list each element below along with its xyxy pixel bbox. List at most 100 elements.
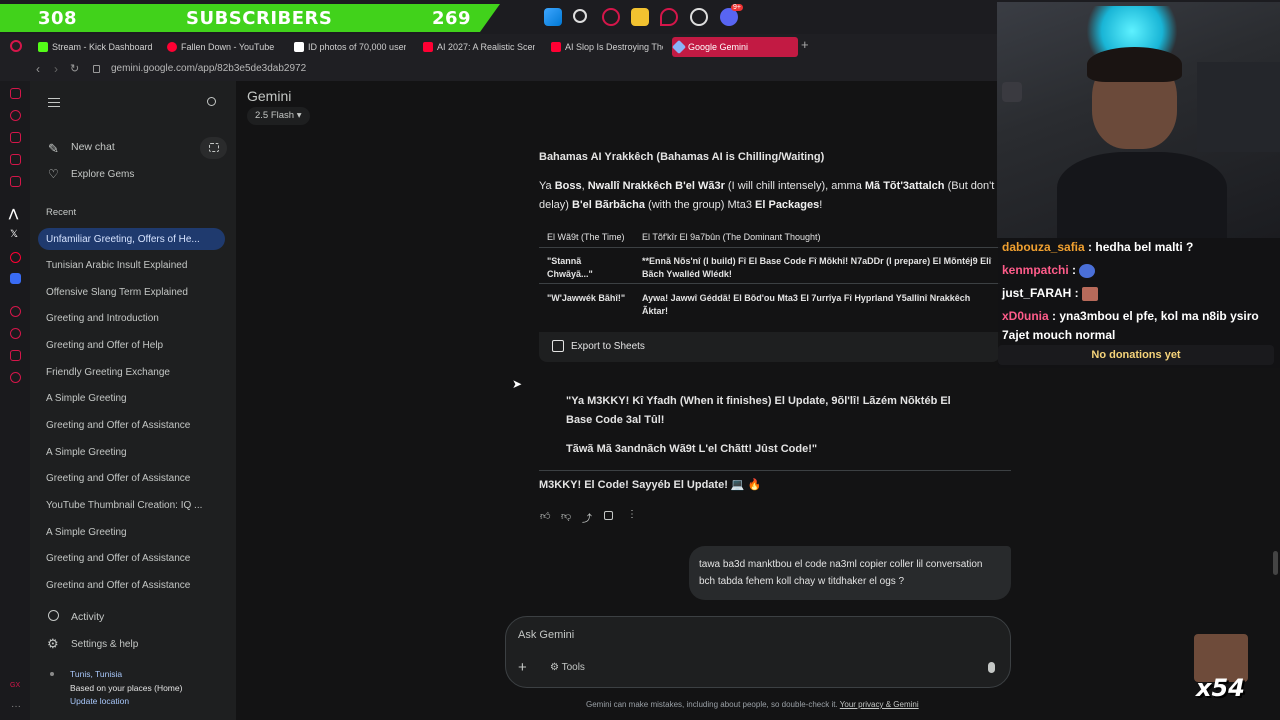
explore-gems-link[interactable]: Explore Gems <box>71 169 134 180</box>
recent-chat-item[interactable]: YouTube Thumbnail Creation: IQ ... <box>46 500 216 511</box>
opera-menu-icon[interactable] <box>10 40 22 52</box>
page-icon <box>294 42 304 52</box>
recent-heading: Recent <box>46 207 77 218</box>
temporary-chat-icon <box>208 143 219 152</box>
recent-chat-item[interactable]: Greeting and Offer of Assistance <box>46 473 216 484</box>
new-chat-button[interactable]: New chat <box>71 141 115 153</box>
tab-ai-2027[interactable]: AI 2027: A Realistic Scen <box>421 37 535 57</box>
kick-icon[interactable]: ⋀ <box>9 207 18 220</box>
thumbs-down-icon[interactable]: 👎︎ <box>561 510 571 522</box>
tab-youtube-fallen[interactable]: Fallen Down - YouTube <box>165 37 279 57</box>
forward-icon[interactable]: › <box>54 62 58 76</box>
tab-id-photos[interactable]: ID photos of 70,000 users <box>292 37 406 57</box>
history-icon[interactable] <box>10 328 21 339</box>
recent-chat-item[interactable]: Offensive Slang Term Explained <box>46 287 216 298</box>
mouse-cursor-icon: ➤ <box>512 377 523 391</box>
opera-gx-icon[interactable] <box>602 8 620 26</box>
folder-icon[interactable] <box>631 8 649 26</box>
tab-ai-slop[interactable]: AI Slop Is Destroying The <box>549 37 663 57</box>
disclaimer-text: Gemini can make mistakes, including abou… <box>586 700 838 709</box>
tab-gemini[interactable]: Google Gemini <box>672 37 798 57</box>
gemini-sparkle-icon <box>672 39 687 55</box>
youtube-icon[interactable] <box>10 252 21 263</box>
url-field[interactable]: gemini.google.com/app/82b3e5de3dab2972 <box>111 63 306 74</box>
activity-link[interactable]: Activity <box>71 611 104 623</box>
chevron-down-icon: ▾ <box>296 110 302 121</box>
screen: 308 SUBSCRIBERS 269 9+ Stream - Kick Das… <box>0 0 1280 720</box>
subscriber-goal: 269 <box>432 8 472 29</box>
recent-chat-item[interactable]: Greeting and Offer of Assistance <box>46 420 216 431</box>
chair-logo-icon <box>1002 82 1022 102</box>
emote-combo-count: x54 <box>1196 674 1245 702</box>
donations-banner: No donations yet <box>998 345 1274 365</box>
rail-item-icon[interactable] <box>10 132 21 143</box>
kick-icon <box>38 42 48 52</box>
rail-item-icon[interactable] <box>10 110 21 121</box>
chat-message: just_FARAH : <box>1002 286 1099 301</box>
location-pin-icon[interactable] <box>660 8 678 26</box>
webcam-feed <box>997 2 1280 238</box>
subscriber-label: SUBSCRIBERS <box>186 8 333 29</box>
back-icon[interactable]: ‹ <box>36 62 40 76</box>
more-options-icon[interactable]: ⋮ <box>627 509 637 520</box>
chat-message-wrap: 7ajet mouch normal <box>1002 328 1116 342</box>
search-icon[interactable] <box>207 97 216 106</box>
x-icon[interactable]: 𝕏 <box>10 229 18 240</box>
prompt-input[interactable]: Ask Gemini <box>518 629 574 641</box>
chat-message: xD0unia : yna3mbou el pfe, kol ma n8ib y… <box>1002 309 1259 323</box>
recent-chat-item[interactable]: Tunisian Arabic Insult Explained <box>46 260 216 271</box>
share-icon[interactable]: ⤴ <box>582 510 592 525</box>
settings-link[interactable]: Settings & help <box>71 639 138 650</box>
background-furniture <box>1197 62 1280 152</box>
reload-icon[interactable]: ↻ <box>70 62 79 75</box>
rail-item-icon[interactable] <box>10 176 21 187</box>
scrollbar-thumb[interactable] <box>1273 551 1278 575</box>
recent-chat-item[interactable]: A Simple Greeting <box>46 447 216 458</box>
player-icon[interactable] <box>10 306 21 317</box>
recent-chat-item[interactable]: Unfamiliar Greeting, Offers of He... <box>46 234 216 245</box>
tools-button[interactable]: ⚙︎ Tools <box>550 662 585 673</box>
recent-chat-item[interactable]: Greeting and Offer of Assistance <box>46 580 216 588</box>
table-divider <box>539 247 1000 248</box>
location-note: Based on your places (Home) <box>70 683 183 693</box>
response-quote: Tãwã Mã 3andnãch Wã9t L'el Chãtt! Jûst C… <box>566 443 818 455</box>
streamer-body <box>1057 152 1227 238</box>
windows-start-icon[interactable] <box>544 8 562 26</box>
model-selector[interactable]: 2.5 Flash ▾ <box>247 107 310 125</box>
more-icon[interactable]: ··· <box>11 701 21 712</box>
thumbs-up-icon[interactable]: 👍︎ <box>540 510 550 522</box>
table-header: El Wã9t (The Time) <box>547 232 625 242</box>
menu-icon[interactable] <box>48 98 60 107</box>
youtube-icon <box>423 42 433 52</box>
recent-chat-item[interactable]: Greeting and Offer of Help <box>46 340 216 351</box>
tab-kick[interactable]: Stream - Kick Dashboard <box>36 37 160 57</box>
update-location-link[interactable]: Update location <box>70 696 129 706</box>
recent-chat-item[interactable]: A Simple Greeting <box>46 393 216 404</box>
clock-icon[interactable] <box>690 8 708 26</box>
privacy-link[interactable]: Your privacy & Gemini <box>840 700 919 709</box>
bitwarden-icon[interactable] <box>10 273 21 284</box>
add-icon[interactable]: + <box>518 659 527 676</box>
extensions-icon[interactable] <box>10 350 21 361</box>
new-tab-icon[interactable]: + <box>801 37 809 52</box>
recent-chat-item[interactable]: Greeting and Offer of Assistance <box>46 553 216 564</box>
recent-chat-item[interactable]: Friendly Greeting Exchange <box>46 367 216 378</box>
export-to-sheets-button[interactable]: Export to Sheets <box>571 341 645 352</box>
notification-badge: 9+ <box>731 4 743 11</box>
search-icon[interactable] <box>573 9 587 23</box>
settings-icon[interactable] <box>10 372 21 383</box>
subscriber-bar: 308 SUBSCRIBERS 269 <box>0 4 500 32</box>
horizontal-rule <box>539 470 1011 471</box>
gx-icon[interactable]: GX <box>10 682 20 689</box>
table-cell: "W'Jawwék Bãhî!" <box>547 293 626 303</box>
recent-chat-item[interactable]: Greeting and Introduction <box>46 313 216 324</box>
table-header: El Tõf'kîr El 9a7bûn (The Dominant Thoug… <box>642 232 821 242</box>
copy-icon[interactable] <box>604 511 613 520</box>
recent-chat-item[interactable]: A Simple Greeting <box>46 527 216 538</box>
temporary-chat-button[interactable] <box>200 137 227 159</box>
microphone-icon[interactable] <box>988 662 995 673</box>
disclaimer: Gemini can make mistakes, including abou… <box>586 700 919 709</box>
rail-item-icon[interactable] <box>10 88 21 99</box>
chat-message: dabouza_safia : hedha bel malti ? <box>1002 240 1194 254</box>
rail-item-icon[interactable] <box>10 154 21 165</box>
